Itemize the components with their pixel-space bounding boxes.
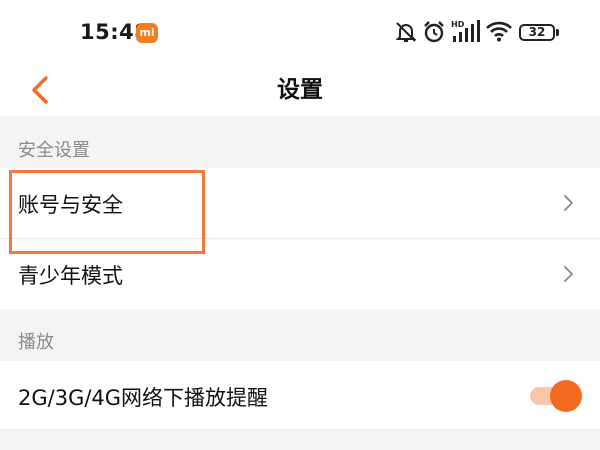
battery-icon: 32 — [519, 24, 555, 41]
chevron-right-icon — [564, 266, 573, 282]
chevron-right-icon — [564, 195, 573, 211]
settings-item-mobile-network-reminder: 2G/3G/4G网络下播放提醒 — [0, 361, 600, 429]
page-title: 设置 — [277, 77, 323, 103]
battery-tip — [556, 29, 559, 36]
section-header-security: 安全设置 — [0, 116, 600, 168]
settings-item-label: 2G/3G/4G网络下播放提醒 — [18, 386, 269, 410]
section-header-label: 安全设置 — [18, 140, 90, 161]
nav-bar: 设置 — [0, 64, 600, 116]
svg-text:HD: HD — [451, 20, 465, 29]
settings-item-label: 账号与安全 — [18, 193, 123, 217]
settings-item-account-security[interactable]: 账号与安全 — [0, 168, 600, 238]
toggle-knob — [550, 380, 582, 412]
settings-item-teen-mode[interactable]: 青少年模式 — [0, 239, 600, 309]
network-reminder-toggle[interactable] — [530, 379, 582, 413]
alarm-icon — [424, 21, 444, 43]
status-bar: 15:48 mi HD 32 — [0, 0, 600, 64]
section-header-playback: 播放 — [0, 309, 600, 361]
settings-item-label: 青少年模式 — [18, 264, 123, 288]
wifi-icon — [486, 21, 512, 42]
hd-signal-icon: HD — [451, 20, 480, 42]
divider — [0, 429, 600, 430]
mute-bell-icon — [395, 22, 417, 42]
section-header-label: 播放 — [18, 332, 54, 353]
mi-badge-icon: mi — [136, 23, 158, 43]
